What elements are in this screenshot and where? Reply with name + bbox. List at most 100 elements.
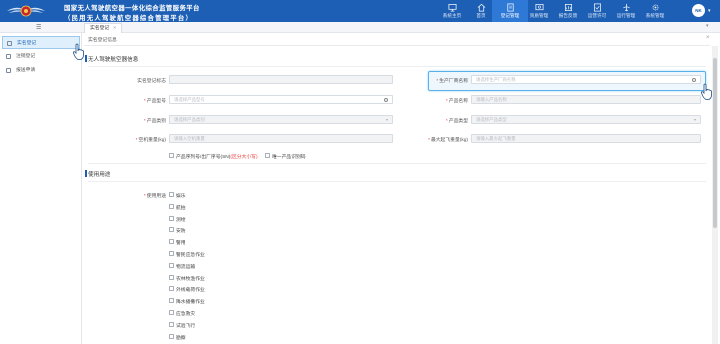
divider [88,181,706,182]
divider [88,163,706,164]
usage-option-label: 农林牧渔作业 [176,276,205,282]
usage-option-label: 应急救灾 [176,312,196,317]
reg-no-field [169,75,393,84]
breadcrumb: 实名登记信息 [88,38,117,43]
category-label: *产品类别 [143,119,166,124]
usage-checkbox[interactable] [169,310,174,315]
serial-number-label: 产品序列号/出厂序号(SN)(区分大小写) [176,155,258,160]
nav-label: 运行管理 [616,13,636,18]
scrollbar[interactable] [712,46,718,344]
aviation-logo [7,5,45,17]
gear-icon [652,4,658,11]
tab-bar: ☰ 实名登记 × ▾ [0,22,720,33]
section-title-usage: 使用用途 [84,170,111,178]
usage-option-label: 安防 [176,229,186,235]
nav-system-management[interactable]: 系统管理 [637,0,673,22]
usage-checkbox[interactable] [169,203,174,209]
type-label: *产品类型 [445,119,468,124]
usage-option-label: 航拍 [176,205,186,211]
usage-checkbox[interactable] [169,192,174,197]
chevron-down-icon: ▾ [693,117,696,122]
nav-label: 报告反馈 [558,13,578,18]
tab-real-name-registration[interactable]: 实名登记 × [84,23,123,33]
sidebar-item-submit-application[interactable]: 报送申请 [2,64,80,77]
type-select[interactable]: 请选择产品类型 ▾ [471,115,701,124]
usage-checkbox[interactable] [169,227,174,233]
usage-option-label: 警用 [176,241,186,247]
report-icon [564,3,572,12]
sidebar-item-cancel-registration[interactable]: 注销登记 [2,50,80,63]
maker-label: *生产厂商名称 [436,79,468,84]
usage-checkbox[interactable] [169,251,174,256]
divider [88,66,706,67]
usage-option-label: 试验飞行 [176,323,196,329]
platform-title: 国家无人驾驶航空器一体化综合监管服务平台 （民用无人驾驶航空器综合管理平台） [64,3,200,22]
name-field[interactable]: 请输入产品名称 [471,95,701,104]
platform-title-line1: 国家无人驾驶航空器一体化综合监管服务平台 [64,5,200,12]
usage-label: *使用用途 [143,194,166,199]
chevron-down-icon[interactable]: ▾ [708,8,711,14]
name-label: *产品名称 [445,99,468,104]
sidebar: 实名登记 注销登记 报送申请 [0,33,84,344]
chevron-down-icon: ▾ [385,117,388,122]
sidebar-item-label: 注销登记 [16,54,36,59]
sidebar-item-real-name-registration[interactable]: 实名登记 [2,36,80,49]
usage-checkbox[interactable] [169,333,174,339]
usage-checkbox[interactable] [169,215,174,221]
platform-title-line2: （民用无人驾驶航空器综合管理平台） [64,15,194,22]
divider [84,45,710,46]
chevron-down-icon[interactable]: ▾ [706,23,709,29]
usage-checkbox[interactable] [169,262,174,268]
search-icon[interactable] [384,98,388,102]
category-select[interactable]: 请选择产品类别 ▾ [169,115,393,124]
tab-label: 实名登记 [90,26,110,31]
menu-icon[interactable]: ☰ [36,24,41,31]
nav-label: 系统主页 [442,13,462,18]
mtow-label: *最大起飞重量(kg) [428,138,468,143]
sidebar-item-label: 实名登记 [17,41,37,46]
mtow-field[interactable]: 请输入最大起飞重量 [471,134,701,143]
usage-option-label: 娱乐 [176,194,186,199]
document-icon [506,3,514,12]
search-icon[interactable] [692,78,696,82]
usage-checkbox[interactable] [169,239,174,245]
unique-code-checkbox[interactable] [265,153,270,158]
model-label: *产品型号 [143,99,166,104]
section-title-aircraft-info: 无人驾驶航空器信息 [84,55,139,63]
empty-weight-label: *空机重量(kg) [135,138,166,143]
document-icon [7,41,12,46]
usage-checkbox[interactable] [169,274,174,280]
close-icon[interactable]: × [706,35,710,41]
certificate-icon [535,3,543,11]
monitor-icon [448,3,456,12]
case-sensitive-note: (区分大小写) [230,155,258,160]
usage-option-label: 测绘 [176,217,186,223]
usage-checkbox[interactable] [169,321,174,327]
plane-icon [622,3,630,12]
serial-number-checkbox[interactable] [169,153,174,158]
nav-label: 系统管理 [645,13,665,18]
unique-code-label: 唯一产品识别码 [272,155,306,160]
sidebar-item-label: 报送申请 [16,68,36,73]
avatar[interactable]: NK [692,4,705,17]
usage-option-label: 勘察 [176,335,186,341]
close-icon[interactable]: × [113,26,116,31]
top-header: 国家无人驾驶航空器一体化综合监管服务平台 （民用无人驾驶航空器综合管理平台） 系… [0,0,720,22]
nav-label: 资质管理 [529,13,549,18]
document-icon [6,54,11,59]
usage-checkbox[interactable] [169,298,174,304]
maker-select[interactable]: 请选择生产厂商名称 [471,75,701,84]
usage-checkbox[interactable] [169,286,174,292]
nav-label: 登记管理 [500,13,520,18]
empty-weight-field[interactable]: 请输入空机重量 [169,134,393,143]
nav-label: 运营许可 [587,13,607,18]
scrollbar-thumb[interactable] [713,58,717,228]
usage-option-label: 警民应急作业 [176,253,205,258]
home-icon [477,3,485,12]
permit-icon [593,3,601,12]
document-icon [6,68,11,73]
model-select[interactable]: 请选择产品型号 [169,95,393,104]
usage-option-label: 外线载荷作业 [176,288,205,294]
usage-option-label: 降水播撒作业 [176,300,205,306]
reg-no-label: 实名登记标志 [137,79,166,84]
